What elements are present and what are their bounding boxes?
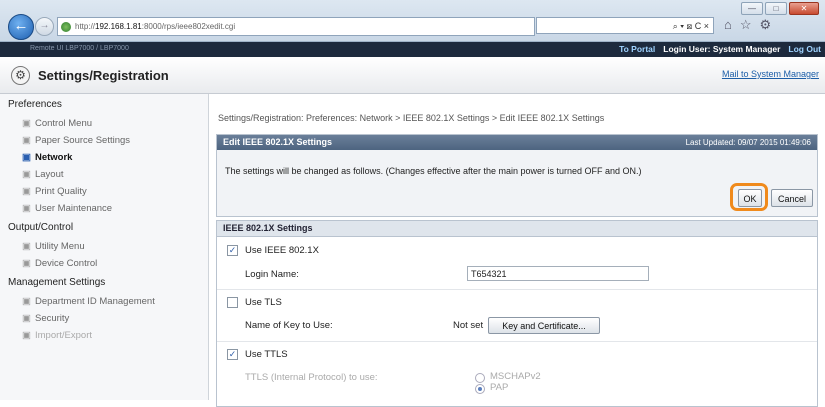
use-tls-checkbox[interactable]	[227, 297, 238, 308]
settings-panel-header: IEEE 802.1X Settings	[217, 221, 817, 237]
url-prefix: http://	[75, 22, 96, 31]
log-out-link[interactable]: Log Out	[788, 44, 821, 54]
title-bar: ⚙ Settings/Registration Mail to System M…	[0, 57, 825, 94]
bullet-icon: ▣	[22, 330, 31, 341]
address-bar[interactable]: http:// 192.168.1.81 :8000/rps/ieee802xe…	[57, 17, 535, 36]
gear-icon[interactable]: ⚙	[760, 17, 772, 33]
bullet-icon: ▣	[22, 186, 31, 197]
use-ieee-label: Use IEEE 802.1X	[245, 245, 319, 256]
mschapv2-radio[interactable]	[475, 373, 485, 383]
bullet-icon: ▣	[22, 313, 31, 324]
site-icon	[61, 21, 71, 32]
edit-panel-header: Edit IEEE 802.1X Settings Last Updated: …	[217, 135, 817, 150]
sidebar-item-control-menu[interactable]: ▣ Control Menu	[0, 115, 208, 132]
bullet-icon: ▣	[22, 241, 31, 252]
pap-label: PAP	[490, 382, 509, 393]
divider	[217, 289, 817, 290]
edit-panel: Edit IEEE 802.1X Settings Last Updated: …	[216, 134, 818, 217]
sidebar-item-network[interactable]: ▣ Network	[0, 149, 208, 166]
sidebar-item-department-id[interactable]: ▣ Department ID Management	[0, 293, 208, 310]
window-controls: — □ ✕	[741, 2, 819, 15]
sidebar-item-import-export[interactable]: ▣ Import/Export	[0, 327, 208, 344]
key-and-certificate-button[interactable]: Key and Certificate...	[488, 317, 600, 334]
use-tls-label: Use TLS	[245, 297, 282, 308]
login-name-label: Login Name:	[245, 269, 299, 280]
maximize-icon[interactable]: □	[765, 2, 787, 15]
sidebar-item-layout[interactable]: ▣ Layout	[0, 166, 208, 183]
top-bar: Remote UI LBP7000 / LBP7000 To Portal Lo…	[0, 42, 825, 57]
sidebar-item-label: Department ID Management	[34, 296, 155, 307]
sidebar-item-device-control[interactable]: ▣ Device Control	[0, 255, 208, 272]
login-name-input[interactable]: T654321	[467, 266, 649, 281]
star-icon[interactable]: ☆	[740, 17, 752, 33]
sidebar-group-title: Preferences	[8, 99, 62, 110]
sidebar-group-title: Management Settings	[8, 277, 106, 288]
sidebar-group-title: Output/Control	[8, 222, 74, 233]
change-message: The settings will be changed as follows.…	[225, 166, 642, 176]
sidebar-item-user-maintenance[interactable]: ▣ User Maintenance	[0, 200, 208, 217]
mschapv2-label: MSCHAPv2	[490, 371, 541, 382]
home-icon[interactable]: ⌂	[724, 17, 732, 33]
url-path: :8000/rps/ieee802xedit.cgi	[141, 22, 236, 31]
sidebar-item-label: Layout	[34, 169, 64, 180]
sidebar-item-utility-menu[interactable]: ▣ Utility Menu	[0, 238, 208, 255]
user-links: To Portal Login User: System Manager Log…	[619, 44, 821, 54]
use-ieee-checkbox[interactable]: ✓	[227, 245, 238, 256]
sidebar-item-paper-source[interactable]: ▣ Paper Source Settings	[0, 132, 208, 149]
mail-to-link[interactable]: Mail to System Manager	[722, 69, 819, 79]
login-user: Login User: System Manager	[663, 44, 781, 54]
forward-arrow-icon[interactable]: →	[35, 17, 54, 36]
bullet-icon: ▣	[22, 169, 31, 180]
sidebar-item-label: Utility Menu	[34, 241, 85, 252]
url-host: 192.168.1.81	[95, 22, 142, 31]
back-arrow-icon[interactable]: ←	[8, 14, 34, 40]
settings-panel: IEEE 802.1X Settings ✓ Use IEEE 802.1X L…	[216, 220, 818, 407]
device-name: Remote UI LBP7000 / LBP7000	[30, 45, 129, 52]
bullet-icon: ▣	[22, 118, 31, 129]
last-updated: Last Updated: 09/07 2015 01:49:06	[685, 138, 811, 147]
minimize-icon[interactable]: —	[741, 2, 763, 15]
bullet-icon: ▣	[22, 258, 31, 269]
use-ttls-checkbox[interactable]: ✓	[227, 349, 238, 360]
sidebar-item-label: Paper Source Settings	[34, 135, 131, 146]
ttls-protocol-label: TTLS (Internal Protocol) to use:	[245, 372, 378, 383]
key-value: Not set	[453, 320, 484, 331]
page-title: Settings/Registration	[38, 68, 169, 83]
bullet-icon: ▣	[22, 152, 31, 163]
sidebar-item-label: Control Menu	[34, 118, 93, 129]
bullet-icon: ▣	[22, 203, 31, 214]
cancel-button[interactable]: Cancel	[771, 189, 813, 207]
browser-chrome: — □ ✕ ← → http:// 192.168.1.81 :8000/rps…	[0, 0, 825, 42]
use-ttls-label: Use TTLS	[245, 349, 288, 360]
sidebar-item-label: Network	[34, 152, 73, 163]
pap-radio[interactable]	[475, 384, 485, 394]
key-label: Name of Key to Use:	[245, 320, 333, 331]
browser-toolbar: ⌂ ☆ ⚙	[724, 17, 771, 33]
ok-button[interactable]: OK	[738, 189, 762, 207]
address-actions[interactable]: ⌕ ▾ ⊠ C ×	[536, 17, 714, 34]
sidebar: Preferences ▣ Control Menu ▣ Paper Source …	[0, 94, 209, 400]
edit-panel-title: Edit IEEE 802.1X Settings	[223, 137, 333, 147]
sidebar-item-label: Device Control	[34, 258, 98, 269]
sidebar-item-label: Security	[34, 313, 70, 324]
divider	[217, 341, 817, 342]
sidebar-item-label: Import/Export	[34, 330, 93, 341]
bullet-icon: ▣	[22, 135, 31, 146]
to-portal-link[interactable]: To Portal	[619, 44, 655, 54]
close-icon[interactable]: ✕	[789, 2, 819, 15]
breadcrumb: Settings/Registration: Preferences: Netw…	[218, 113, 605, 123]
sidebar-item-security[interactable]: ▣ Security	[0, 310, 208, 327]
bullet-icon: ▣	[22, 296, 31, 307]
sidebar-item-label: User Maintenance	[34, 203, 113, 214]
settings-gear-icon: ⚙	[11, 66, 30, 85]
sidebar-item-label: Print Quality	[34, 186, 87, 197]
sidebar-item-print-quality[interactable]: ▣ Print Quality	[0, 183, 208, 200]
main-content: Settings/Registration: Preferences: Netw…	[209, 94, 825, 407]
